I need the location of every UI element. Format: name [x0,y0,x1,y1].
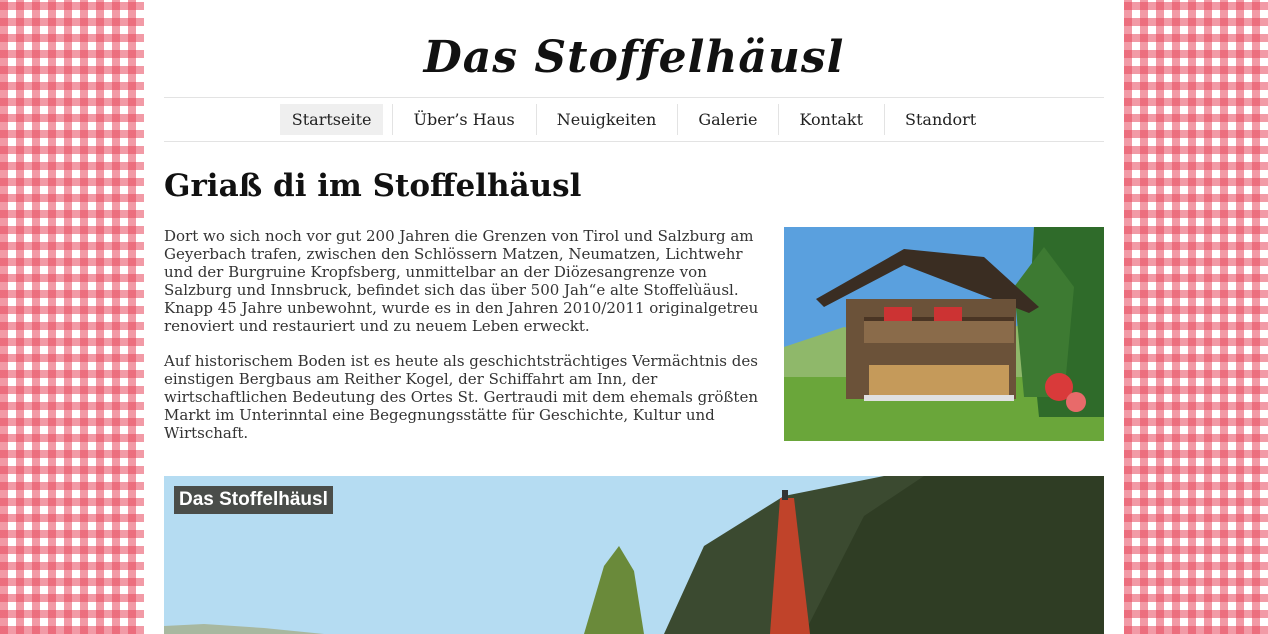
nav-item-ueber-s-haus[interactable]: Über’s Haus [392,104,526,135]
gingham-background-left [0,0,144,634]
nav-item-neuigkeiten[interactable]: Neuigkeiten [535,104,669,135]
nav-item-startseite[interactable]: Startseite [279,104,384,135]
gingham-background-right [1124,0,1268,634]
site-logo[interactable]: Das Stoffelhäusl [144,32,1124,83]
nav-item-galerie[interactable]: Galerie [677,104,769,135]
house-illustration [784,227,1104,441]
page-container: Das Stoffelhäusl Startseite Über’s Haus … [144,0,1124,634]
nav-item-kontakt[interactable]: Kontakt [778,104,875,135]
nav-item-standort[interactable]: Standort [884,104,988,135]
intro-paragraph: Auf historischem Boden ist es heute als … [164,352,758,442]
intro-text: Dort wo sich noch vor gut 200 Jahren die… [164,227,764,459]
intro-paragraph: Dort wo sich noch vor gut 200 Jahren die… [164,227,759,335]
banner-slider[interactable]: Das Stoffelhäusl [164,476,1104,634]
main-nav: Startseite Über’s Haus Neuigkeiten Galer… [164,97,1104,142]
page-heading: Griaß di im Stoffelhäusl [164,168,582,204]
house-photo [784,227,1104,441]
banner-caption: Das Stoffelhäusl [174,486,333,514]
